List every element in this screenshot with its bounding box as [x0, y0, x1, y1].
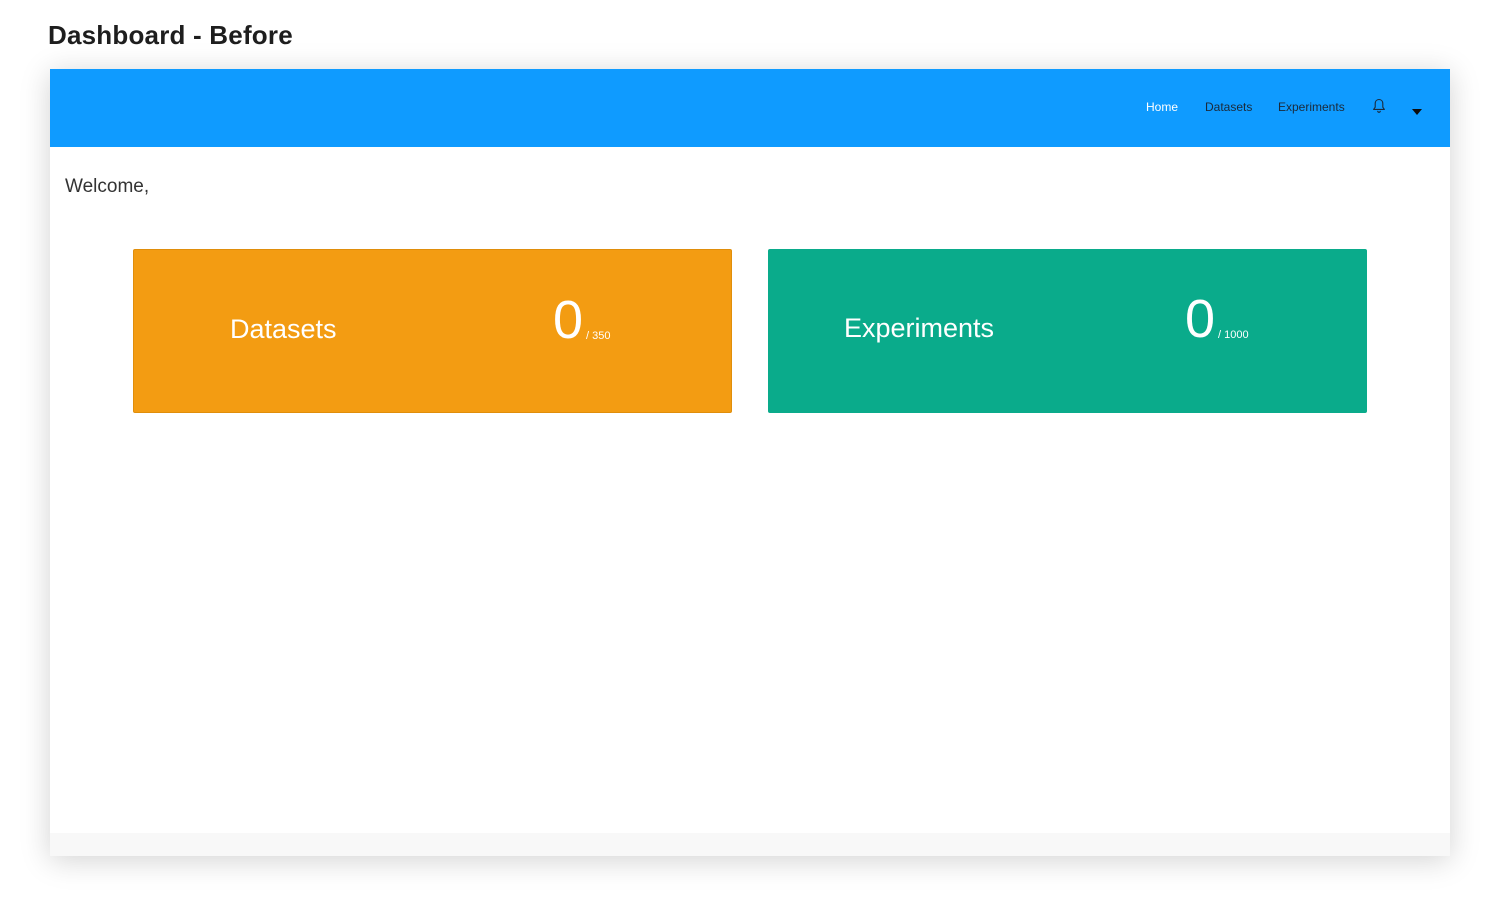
footer: [50, 833, 1450, 856]
caret-down-icon[interactable]: [1412, 102, 1422, 115]
nav-experiments[interactable]: Experiments: [1278, 100, 1345, 114]
bell-icon[interactable]: [1372, 98, 1386, 114]
page-caption: Dashboard - Before: [48, 20, 293, 50]
card-limit: / 350: [586, 330, 611, 342]
app-window: Home Datasets Experiments Welcome, Datas…: [50, 69, 1450, 856]
top-navbar: Home Datasets Experiments: [50, 69, 1450, 147]
card-count: 0: [553, 290, 584, 350]
experiments-card[interactable]: Experiments 0 / 1000: [768, 249, 1367, 413]
datasets-card[interactable]: Datasets 0 / 350: [133, 249, 732, 413]
card-label: Experiments: [844, 313, 995, 343]
card-limit: / 1000: [1218, 329, 1249, 341]
card-count: 0: [1185, 289, 1216, 349]
welcome-text: Welcome,: [65, 176, 150, 197]
card-label: Datasets: [230, 314, 337, 344]
nav-datasets[interactable]: Datasets: [1205, 100, 1252, 114]
nav-home[interactable]: Home: [1146, 100, 1178, 114]
